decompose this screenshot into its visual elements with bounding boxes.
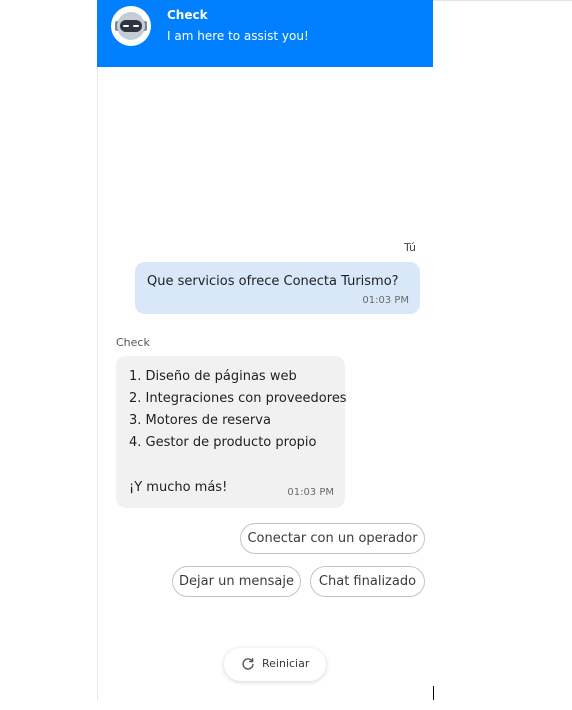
text-cursor — [433, 686, 434, 700]
bot-message-time: 01:03 PM — [287, 487, 334, 498]
bot-name: Check — [167, 8, 208, 22]
reset-button[interactable]: Reiniciar — [224, 648, 326, 681]
refresh-icon — [242, 657, 254, 670]
bot-message-bubble: 1. Diseño de páginas web 2. Integracione… — [116, 356, 347, 508]
bot-message-line: 3. Motores de reserva — [129, 413, 271, 428]
chat-ended-button[interactable]: Chat finalizado — [310, 566, 425, 597]
reset-label: Reiniciar — [262, 657, 310, 670]
chat-header: Check I am here to assist you! — [97, 0, 433, 67]
user-message-text: Que servicios ofrece Conecta Turismo? — [147, 274, 399, 289]
bot-message-line: 2. Integraciones con proveedores — [129, 391, 347, 406]
leave-message-button[interactable]: Dejar un mensaje — [172, 566, 301, 597]
bot-message-line: ¡Y mucho más! — [129, 480, 228, 495]
bot-subtitle: I am here to assist you! — [167, 29, 309, 43]
top-divider — [433, 0, 572, 1]
user-message-time: 01:03 PM — [362, 295, 409, 306]
user-sender-label: Tú — [403, 241, 416, 254]
robot-icon — [111, 6, 151, 46]
bot-sender-label: Check — [116, 336, 150, 349]
user-message-bubble: Que servicios ofrece Conecta Turismo? 01… — [135, 262, 420, 314]
chat-panel-border — [97, 67, 98, 700]
connect-operator-button[interactable]: Conectar con un operador — [240, 523, 425, 554]
bot-message-line: 1. Diseño de páginas web — [129, 369, 297, 384]
chat-page: Check I am here to assist you! Tú Que se… — [0, 0, 572, 710]
bot-message-line: 4. Gestor de producto propio — [129, 435, 317, 450]
